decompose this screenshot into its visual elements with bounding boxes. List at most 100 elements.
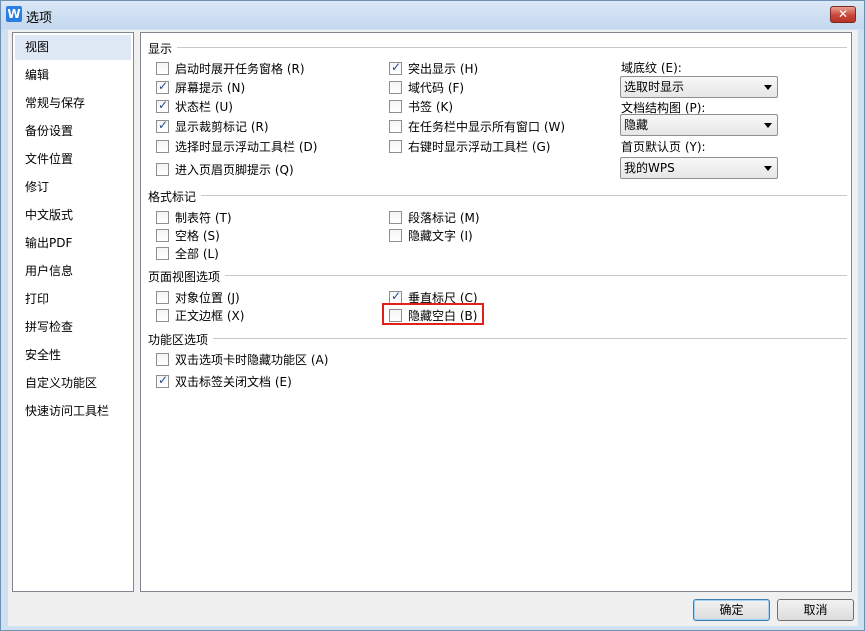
section-display-heading: 显示	[148, 42, 173, 56]
select-value: 我的WPS	[624, 161, 675, 175]
checkbox-taskbar-windows[interactable]: 在任务栏中显示所有窗口 (W)	[389, 118, 565, 134]
section-format-marks-heading: 格式标记	[148, 190, 197, 204]
checkbox-floating-toolbar-rightclick[interactable]: 右键时显示浮动工具栏 (G)	[389, 138, 550, 154]
home-default-select[interactable]: 我的WPS	[620, 157, 778, 179]
checkbox-label: 双击选项卡时隐藏功能区 (A)	[175, 353, 329, 367]
checkbox-box[interactable]	[156, 291, 169, 304]
sidebar-item-edit[interactable]: 编辑	[15, 63, 131, 88]
checkbox-label: 书签 (K)	[408, 100, 454, 114]
sidebar-item-general-save[interactable]: 常规与保存	[15, 91, 131, 116]
highlight-box	[382, 303, 484, 325]
checkbox-label: 双击标签关闭文档 (E)	[175, 375, 292, 389]
checkbox-label: 突出显示 (H)	[408, 62, 479, 76]
sidebar-item-backup[interactable]: 备份设置	[15, 119, 131, 144]
chevron-down-icon	[764, 166, 772, 171]
checkbox-box[interactable]	[389, 140, 402, 153]
checkbox-paragraph-marks[interactable]: 段落标记 (M)	[389, 209, 480, 225]
checkbox-label: 状态栏 (U)	[175, 100, 233, 114]
checkbox-label: 空格 (S)	[175, 229, 220, 243]
checkbox-header-footer-hint[interactable]: 进入页眉页脚提示 (Q)	[156, 161, 294, 177]
checkbox-box[interactable]	[389, 211, 402, 224]
checkbox-crop-marks[interactable]: 显示裁剪标记 (R)	[156, 118, 269, 134]
checkbox-box[interactable]	[156, 309, 169, 322]
checkbox-label: 启动时展开任务窗格 (R)	[175, 62, 305, 76]
checkbox-box[interactable]	[389, 81, 402, 94]
checkbox-dblclick-close-doc[interactable]: 双击标签关闭文档 (E)	[156, 373, 292, 389]
home-default-label: 首页默认页 (Y):	[621, 140, 706, 154]
checkbox-box[interactable]	[156, 353, 169, 366]
sidebar-item-spell-check[interactable]: 拼写检查	[15, 315, 131, 340]
checkbox-label: 在任务栏中显示所有窗口 (W)	[408, 120, 566, 134]
checkbox-box[interactable]	[389, 60, 402, 75]
checkbox-box[interactable]	[389, 229, 402, 242]
checkbox-box[interactable]	[156, 373, 169, 388]
checkbox-label: 选择时显示浮动工具栏 (D)	[175, 140, 318, 154]
checkbox-label: 进入页眉页脚提示 (Q)	[175, 163, 294, 177]
sidebar-item-user-info[interactable]: 用户信息	[15, 259, 131, 284]
checkbox-box[interactable]	[156, 118, 169, 133]
sidebar-item-quick-access-toolbar[interactable]: 快速访问工具栏	[15, 399, 131, 424]
sidebar-item-export-pdf[interactable]: 输出PDF	[15, 231, 131, 256]
cancel-button[interactable]: 取消	[777, 599, 854, 621]
sidebar-item-print[interactable]: 打印	[15, 287, 131, 312]
checkbox-label: 右键时显示浮动工具栏 (G)	[408, 140, 551, 154]
checkbox-spaces[interactable]: 空格 (S)	[156, 227, 220, 243]
sidebar-item-revision[interactable]: 修订	[15, 175, 131, 200]
field-shading-select[interactable]: 选取时显示	[620, 76, 778, 98]
checkbox-label: 屏幕提示 (N)	[175, 81, 246, 95]
checkbox-box[interactable]	[156, 79, 169, 94]
field-shading-label: 域底纹 (E):	[621, 61, 682, 75]
checkbox-bookmarks[interactable]: 书签 (K)	[389, 98, 453, 114]
checkbox-object-position[interactable]: 对象位置 (J)	[156, 289, 240, 305]
checkbox-label: 对象位置 (J)	[175, 291, 240, 305]
checkbox-expand-task-pane[interactable]: 启动时展开任务窗格 (R)	[156, 60, 305, 76]
checkbox-hidden-text[interactable]: 隐藏文字 (I)	[389, 227, 473, 243]
ok-button[interactable]: 确定	[693, 599, 770, 621]
section-divider	[213, 338, 847, 339]
chevron-down-icon	[764, 85, 772, 90]
dialog-title: 选项	[26, 11, 53, 26]
section-ribbon-heading: 功能区选项	[148, 333, 209, 347]
doc-structure-select[interactable]: 隐藏	[620, 114, 778, 136]
section-divider	[177, 47, 847, 48]
checkbox-dblclick-hide-ribbon[interactable]: 双击选项卡时隐藏功能区 (A)	[156, 351, 328, 367]
checkbox-all-marks[interactable]: 全部 (L)	[156, 245, 219, 261]
checkbox-screen-tips[interactable]: 屏幕提示 (N)	[156, 79, 245, 95]
sidebar-item-chinese-layout[interactable]: 中文版式	[15, 203, 131, 228]
checkbox-box[interactable]	[389, 100, 402, 113]
sidebar-item-customize-ribbon[interactable]: 自定义功能区	[15, 371, 131, 396]
wps-writer-icon: W	[6, 6, 22, 22]
section-divider	[201, 195, 847, 196]
checkbox-tab-chars[interactable]: 制表符 (T)	[156, 209, 232, 225]
checkbox-box[interactable]	[156, 211, 169, 224]
checkbox-box[interactable]	[156, 62, 169, 75]
checkbox-box[interactable]	[389, 120, 402, 133]
checkbox-label: 段落标记 (M)	[408, 211, 480, 225]
title-bar[interactable]: W 选项 ✕	[1, 1, 864, 29]
close-button[interactable]: ✕	[830, 6, 856, 23]
checkbox-box[interactable]	[156, 163, 169, 176]
checkbox-label: 制表符 (T)	[175, 211, 232, 225]
checkbox-label: 正文边框 (X)	[175, 309, 245, 323]
checkbox-field-codes[interactable]: 域代码 (F)	[389, 79, 464, 95]
checkbox-status-bar[interactable]: 状态栏 (U)	[156, 98, 233, 114]
checkbox-box[interactable]	[156, 229, 169, 242]
select-value: 隐藏	[624, 118, 649, 132]
checkbox-text-boundaries[interactable]: 正文边框 (X)	[156, 307, 244, 323]
category-list: 视图 编辑 常规与保存 备份设置 文件位置 修订 中文版式 输出PDF 用户信息…	[12, 32, 134, 592]
sidebar-item-file-location[interactable]: 文件位置	[15, 147, 131, 172]
checkbox-box[interactable]	[156, 140, 169, 153]
checkbox-floating-toolbar-selection[interactable]: 选择时显示浮动工具栏 (D)	[156, 138, 317, 154]
options-dialog: W 选项 ✕ 视图 编辑 常规与保存 备份设置 文件位置 修订 中文版式 输出P…	[0, 0, 865, 631]
checkbox-label: 显示裁剪标记 (R)	[175, 120, 269, 134]
checkbox-label: 全部 (L)	[175, 247, 219, 261]
checkbox-box[interactable]	[156, 247, 169, 260]
section-page-view-heading: 页面视图选项	[148, 270, 221, 284]
sidebar-item-view[interactable]: 视图	[15, 35, 131, 60]
checkbox-highlight[interactable]: 突出显示 (H)	[389, 60, 478, 76]
sidebar-item-security[interactable]: 安全性	[15, 343, 131, 368]
chevron-down-icon	[764, 123, 772, 128]
checkbox-label: 隐藏文字 (I)	[408, 229, 473, 243]
checkbox-box[interactable]	[156, 98, 169, 113]
select-value: 选取时显示	[624, 80, 685, 94]
